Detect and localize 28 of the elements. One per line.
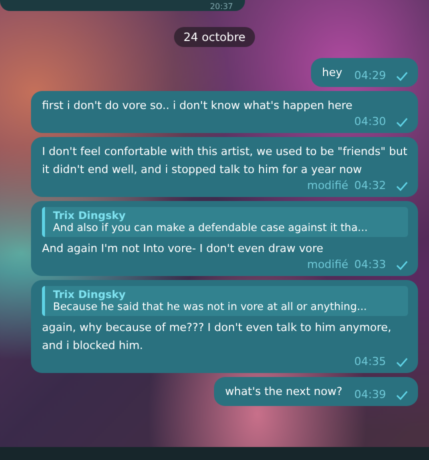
- reply-author: Trix Dingsky: [53, 210, 127, 222]
- reply-author: Trix Dingsky: [53, 289, 127, 301]
- message-text: again, why because of me??? I don't even talk to him anymore, and i blocked him.: [42, 320, 392, 354]
- check-icon: [396, 260, 408, 270]
- check-icon: [396, 180, 408, 190]
- date-badge: 24 octobre: [174, 27, 255, 47]
- message-time: 04:32: [354, 179, 386, 192]
- message-time: 04:39: [354, 388, 386, 401]
- message-time: 04:29: [354, 69, 386, 82]
- check-icon: [396, 70, 408, 80]
- message-time: 04:35: [354, 355, 386, 368]
- check-icon: [396, 390, 408, 400]
- message-text: first i don't do vore so.. i don't know what's happen here: [42, 98, 354, 114]
- reply-text: Because he said that he was not in vore at all or anything...: [53, 301, 368, 313]
- message-text: what's the next now?: [225, 384, 342, 400]
- message-text: And again I'm not Into vore- I don't even draw vore: [42, 241, 324, 257]
- edited-label: modifié: [307, 258, 348, 271]
- reply-quote[interactable]: Trix Dingsky And also if you can make a defendable case against it tha...: [42, 207, 408, 237]
- message-time: 20:37: [210, 2, 233, 11]
- message-text: I don't feel confortable with this artist, we used to be "friends" but it didn't end well, and i stopped talk to him for a year now: [42, 144, 408, 178]
- message-text: hey: [322, 65, 342, 81]
- edited-label: modifié: [307, 179, 348, 192]
- check-icon: [396, 116, 408, 126]
- reply-quote[interactable]: Trix Dingsky Because he said that he was not in vore at all or anything...: [42, 286, 408, 316]
- message-time: 04:33: [354, 258, 386, 271]
- message-time: 04:30: [354, 115, 386, 128]
- check-icon: [396, 356, 408, 366]
- reply-text: And also if you can make a defendable case against it tha...: [53, 222, 369, 234]
